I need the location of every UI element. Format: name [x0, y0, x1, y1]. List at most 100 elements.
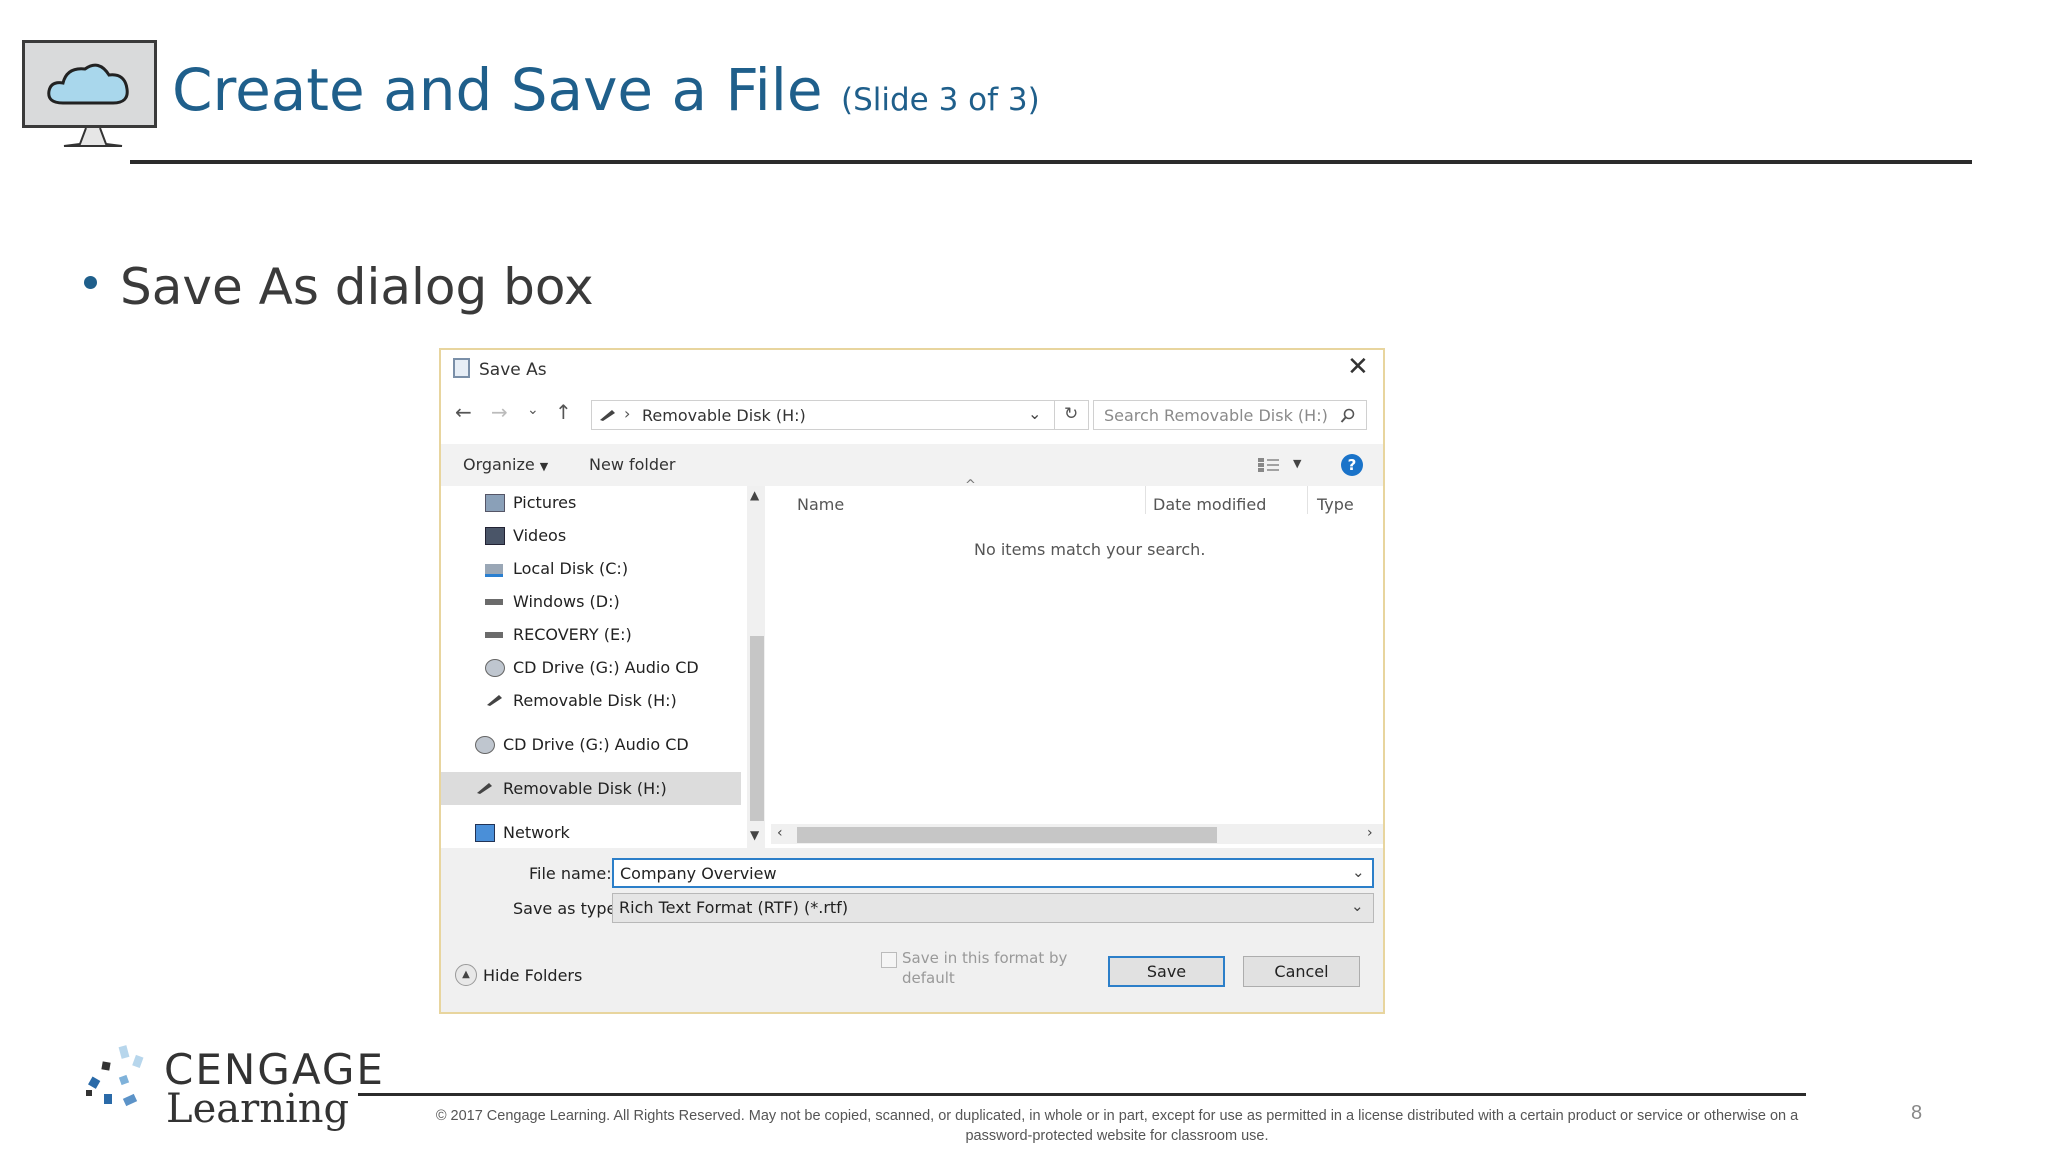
- close-icon[interactable]: ✕: [1347, 352, 1369, 382]
- view-options-icon[interactable]: [1257, 457, 1281, 473]
- nav-item-windows-d[interactable]: Windows (D:): [441, 585, 741, 618]
- nav-item-label: Windows (D:): [513, 592, 620, 611]
- search-placeholder: Search Removable Disk (H:): [1104, 406, 1328, 425]
- pictures-icon: [485, 494, 505, 512]
- file-name-label: File name:: [529, 864, 612, 883]
- save-format-default-line1: Save in this format by: [902, 949, 1068, 967]
- copyright-line-2: password-protected website for classroom…: [965, 1128, 1269, 1144]
- nav-item-videos[interactable]: Videos: [441, 519, 741, 552]
- file-list-horizontal-scrollbar[interactable]: ‹ ›: [771, 824, 1383, 844]
- up-arrow-icon[interactable]: ↑: [555, 400, 572, 424]
- slide-subtitle: (Slide 3 of 3): [840, 82, 1040, 118]
- network-icon: [475, 824, 495, 842]
- address-bar[interactable]: › Removable Disk (H:) ⌄ ↻: [591, 400, 1089, 430]
- new-folder-button[interactable]: New folder: [589, 455, 675, 474]
- column-date-modified[interactable]: Date modified: [1153, 495, 1266, 514]
- nav-item-removable-disk-h-selected[interactable]: Removable Disk (H:): [441, 772, 741, 805]
- address-text: Removable Disk (H:): [642, 406, 806, 425]
- refresh-icon[interactable]: ↻: [1064, 404, 1078, 424]
- column-separator: [1307, 486, 1308, 514]
- search-icon[interactable]: [1340, 408, 1356, 424]
- copyright-line-1: © 2017 Cengage Learning. All Rights Rese…: [435, 1108, 1799, 1124]
- breadcrumb-separator-icon: ›: [624, 404, 631, 423]
- save-as-title-icon: [453, 358, 470, 378]
- sort-ascending-icon: ^: [965, 478, 976, 493]
- recent-locations-chevron-icon[interactable]: ⌄: [527, 402, 539, 418]
- monitor-stand: [58, 127, 128, 152]
- nav-item-cd-drive-g-root[interactable]: CD Drive (G:) Audio CD: [441, 728, 741, 761]
- removable-disk-icon: [477, 783, 492, 794]
- removable-disk-icon: [600, 410, 615, 421]
- forward-arrow-icon[interactable]: →: [491, 400, 508, 424]
- hide-folders-chevron-icon[interactable]: ▲: [455, 964, 477, 986]
- slide-title: Create and Save a File (Slide 3 of 3): [172, 56, 1040, 124]
- nav-item-cd-drive-g[interactable]: CD Drive (G:) Audio CD: [441, 651, 741, 684]
- drive-icon: [485, 632, 503, 638]
- scroll-down-icon[interactable]: ▼: [750, 828, 759, 842]
- cengage-logo-mark: [86, 1045, 144, 1107]
- view-dropdown-icon[interactable]: ▼: [1293, 457, 1301, 470]
- save-form-area: File name: Company Overview ⌄ Save as ty…: [441, 848, 1383, 1012]
- local-disk-icon: [485, 564, 503, 577]
- nav-item-label: Pictures: [513, 493, 577, 512]
- page-number: 8: [1911, 1102, 1923, 1124]
- bullet-icon: [84, 276, 97, 289]
- nav-item-label: Removable Disk (H:): [503, 779, 667, 798]
- scroll-up-icon[interactable]: ▲: [750, 488, 759, 502]
- save-as-type-value: Rich Text Format (RTF) (*.rtf): [619, 898, 849, 917]
- nav-item-label: Network: [503, 823, 570, 842]
- file-name-dropdown-icon[interactable]: ⌄: [1352, 863, 1365, 881]
- column-type[interactable]: Type: [1317, 495, 1354, 514]
- save-format-default-label: Save in this format by default: [902, 948, 1067, 988]
- nav-item-pictures[interactable]: Pictures: [441, 486, 741, 519]
- dialog-title: Save As: [479, 360, 547, 380]
- back-arrow-icon[interactable]: ←: [455, 400, 472, 424]
- search-box[interactable]: Search Removable Disk (H:): [1093, 400, 1367, 430]
- address-dropdown-icon[interactable]: ⌄: [1028, 404, 1041, 423]
- nav-item-recovery-e[interactable]: RECOVERY (E:): [441, 618, 741, 651]
- save-as-dialog: Save As ✕ ← → ⌄ ↑ › Removable Disk (H:) …: [439, 348, 1385, 1014]
- column-separator: [1145, 486, 1146, 514]
- organize-label: Organize: [463, 455, 535, 474]
- nav-pane-scrollbar[interactable]: ▲ ▼: [747, 486, 765, 848]
- save-button[interactable]: Save: [1108, 956, 1225, 987]
- nav-item-label: Removable Disk (H:): [513, 691, 677, 710]
- organize-dropdown-icon: ▼: [539, 460, 549, 473]
- file-name-value: Company Overview: [620, 864, 777, 883]
- save-as-type-dropdown-icon[interactable]: ⌄: [1351, 897, 1364, 915]
- cd-drive-icon: [475, 736, 495, 754]
- nav-item-label: Local Disk (C:): [513, 559, 629, 578]
- removable-disk-icon: [487, 695, 502, 706]
- help-icon[interactable]: ?: [1341, 454, 1363, 476]
- save-format-default-line2: default: [902, 969, 955, 987]
- save-format-default-checkbox[interactable]: [881, 952, 897, 968]
- drive-icon: [485, 599, 503, 605]
- title-divider: [130, 160, 1972, 164]
- nav-item-label: CD Drive (G:) Audio CD: [513, 658, 699, 677]
- scroll-right-icon[interactable]: ›: [1367, 825, 1373, 841]
- address-divider: [1054, 401, 1055, 429]
- nav-item-network[interactable]: Network: [441, 816, 741, 849]
- empty-results-message: No items match your search.: [974, 540, 1206, 559]
- nav-item-local-disk-c[interactable]: Local Disk (C:): [441, 552, 741, 585]
- slide-title-text: Create and Save a File: [172, 56, 823, 124]
- cd-drive-icon: [485, 659, 505, 677]
- footer-divider: [358, 1093, 1806, 1096]
- organize-menu[interactable]: Organize ▼: [463, 455, 548, 474]
- horizontal-scroll-thumb[interactable]: [797, 827, 1217, 843]
- command-bar: Organize ▼ New folder ▼ ?: [441, 444, 1383, 486]
- cloud-monitor-icon: [22, 40, 157, 128]
- file-name-input[interactable]: Company Overview ⌄: [612, 858, 1374, 888]
- copyright-notice: © 2017 Cengage Learning. All Rights Rese…: [372, 1106, 1862, 1146]
- navigation-pane: Pictures Videos Local Disk (C:) Windows …: [441, 486, 747, 848]
- nav-item-label: CD Drive (G:) Audio CD: [503, 735, 689, 754]
- save-as-type-label: Save as type:: [513, 899, 622, 918]
- nav-item-removable-disk-h[interactable]: Removable Disk (H:): [441, 684, 741, 717]
- save-as-type-select[interactable]: Rich Text Format (RTF) (*.rtf) ⌄: [612, 893, 1374, 923]
- scroll-left-icon[interactable]: ‹: [777, 825, 783, 841]
- videos-icon: [485, 527, 505, 545]
- nav-pane-scroll-thumb[interactable]: [750, 636, 764, 821]
- cancel-button[interactable]: Cancel: [1243, 956, 1360, 987]
- column-name[interactable]: Name: [797, 495, 844, 514]
- hide-folders-link[interactable]: Hide Folders: [483, 966, 582, 985]
